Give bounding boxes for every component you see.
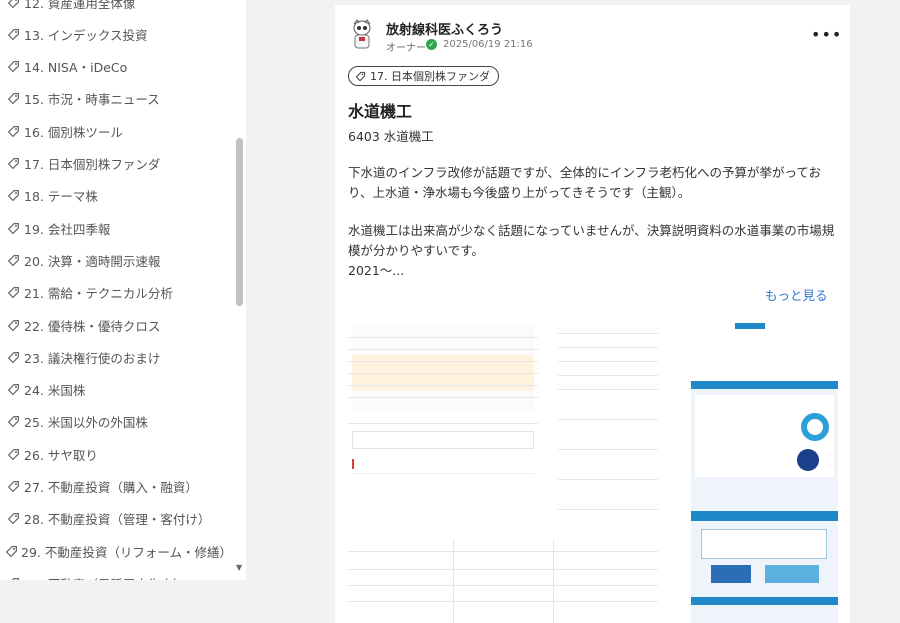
tag-icon: [4, 348, 22, 366]
attached-image-disclosures[interactable]: [558, 319, 658, 534]
tag-icon: [4, 25, 22, 43]
sidebar-item-label: 12. 資産運用全体像: [24, 0, 136, 11]
sidebar-item-label: 26. サヤ取り: [24, 447, 98, 463]
sidebar-item-label: 18. テーマ株: [24, 189, 98, 205]
sidebar-item-label: 28. 不動産投資（管理・客付け）: [24, 512, 211, 528]
tag-icon: [4, 251, 22, 269]
sidebar-item[interactable]: 30. 不動産（早稲田大生方）: [0, 567, 232, 580]
category-chip-label: 17. 日本個別株ファンダ: [370, 70, 490, 83]
sidebar-item[interactable]: 21. 需給・テクニカル分析: [0, 277, 232, 309]
sidebar-item-label: 27. 不動産投資（購入・融資）: [24, 480, 198, 495]
post-paragraph: 水道機工は出来高が少なく話題になっていませんが、決算説明資料の水道事業の市場規模…: [348, 223, 835, 258]
tag-icon: [4, 510, 22, 528]
tag-icon: [4, 542, 19, 560]
tag-icon: [355, 71, 366, 82]
more-options-button[interactable]: •••: [811, 25, 842, 44]
attached-image-stock-table[interactable]: [348, 319, 538, 509]
attached-image-company-profile[interactable]: [348, 539, 658, 623]
tag-icon: [4, 413, 22, 431]
tag-icon: [4, 445, 22, 463]
sidebar-item[interactable]: 16. 個別株ツール: [0, 115, 232, 147]
scroll-down-arrow-icon[interactable]: ▼: [236, 563, 242, 572]
tag-icon: [4, 155, 22, 173]
sidebar-item[interactable]: 24. 米国株: [0, 374, 232, 406]
sidebar-item[interactable]: 12. 資産運用全体像: [0, 0, 232, 18]
sidebar-item[interactable]: 29. 不動産投資（リフォーム・修繕）: [0, 535, 232, 567]
check-circle-icon: ✓: [426, 39, 437, 50]
sidebar-item[interactable]: 15. 市況・時事ニュース: [0, 83, 232, 115]
sidebar-item[interactable]: 22. 優待株・優待クロス: [0, 309, 232, 341]
sidebar-item[interactable]: 20. 決算・適時開示速報: [0, 244, 232, 276]
tag-icon: [4, 316, 22, 334]
sidebar-item-label: 19. 会社四季報: [24, 221, 111, 237]
post-subtitle: 6403 水道機工: [348, 129, 434, 144]
tag-icon: [4, 187, 22, 205]
tag-icon: [4, 122, 22, 140]
sidebar-item[interactable]: 23. 議決権行使のおまけ: [0, 341, 232, 373]
tag-icon: [4, 58, 22, 76]
post-card: 放射線科医ふくろう オーナー ✓ 2025/06/19 21:16 ••• 17…: [335, 5, 850, 623]
sidebar-item-label: 20. 決算・適時開示速報: [24, 253, 161, 269]
sidebar-item[interactable]: 13. インデックス投資: [0, 18, 232, 50]
tag-icon: [4, 284, 22, 302]
sidebar-item-label: 21. 需給・テクニカル分析: [24, 286, 173, 302]
sidebar-item[interactable]: 18. テーマ株: [0, 180, 232, 212]
post-title: 水道機工: [348, 102, 413, 121]
sidebar-item-label: 14. NISA・iDeCo: [24, 60, 128, 76]
sidebar-item[interactable]: 25. 米国以外の外国株: [0, 406, 232, 438]
sidebar-item[interactable]: 26. サヤ取り: [0, 438, 232, 470]
sidebar-item-label: 22. 優待株・優待クロス: [24, 318, 161, 334]
show-more-link[interactable]: もっと見る: [765, 285, 828, 304]
author-role: オーナー: [386, 43, 426, 54]
post-date: 2025/06/19 21:16: [443, 39, 533, 50]
sidebar-item-label: 17. 日本個別株ファンダ: [24, 157, 161, 172]
sidebar-item-label: 29. 不動産投資（リフォーム・修繕）: [21, 544, 232, 560]
sidebar-item[interactable]: 17. 日本個別株ファンダ: [0, 148, 232, 180]
sidebar: 12. 資産運用全体像 13. インデックス投資 14. NISA・iDeCo 15.…: [0, 0, 246, 580]
author-avatar[interactable]: [348, 18, 376, 50]
sidebar-item-label: 15. 市況・時事ニュース: [24, 92, 160, 108]
tag-icon: [4, 381, 22, 399]
sidebar-item[interactable]: 14. NISA・iDeCo: [0, 51, 232, 83]
tag-icon: [4, 478, 22, 496]
tag-icon: [4, 219, 22, 237]
sidebar-item-label: 13. インデックス投資: [24, 27, 148, 43]
post-paragraph: 2021～...: [348, 263, 405, 278]
sidebar-item-label: 25. 米国以外の外国株: [24, 415, 148, 431]
attached-image-slides[interactable]: [691, 319, 838, 623]
sidebar-item[interactable]: 27. 不動産投資（購入・融資）: [0, 471, 232, 503]
sidebar-item[interactable]: 28. 不動産投資（管理・客付け）: [0, 503, 232, 535]
tag-icon: [4, 90, 22, 108]
sidebar-scrollbar-thumb[interactable]: [236, 138, 243, 306]
post-paragraph: 下水道のインフラ改修が話題ですが、全体的にインフラ老朽化への予算が挙がっており、…: [348, 165, 822, 200]
sidebar-item[interactable]: 19. 会社四季報: [0, 212, 232, 244]
sidebar-footer-area: [0, 580, 246, 623]
sidebar-item-label: 24. 米国株: [24, 383, 86, 399]
sidebar-item-label: 23. 議決権行使のおまけ: [24, 350, 161, 366]
category-chip[interactable]: 17. 日本個別株ファンダ: [348, 66, 499, 86]
tag-icon: [4, 0, 22, 11]
author-name[interactable]: 放射線科医ふくろう: [386, 19, 503, 38]
sidebar-item-label: 16. 個別株ツール: [24, 124, 123, 140]
attached-images: [348, 319, 838, 623]
